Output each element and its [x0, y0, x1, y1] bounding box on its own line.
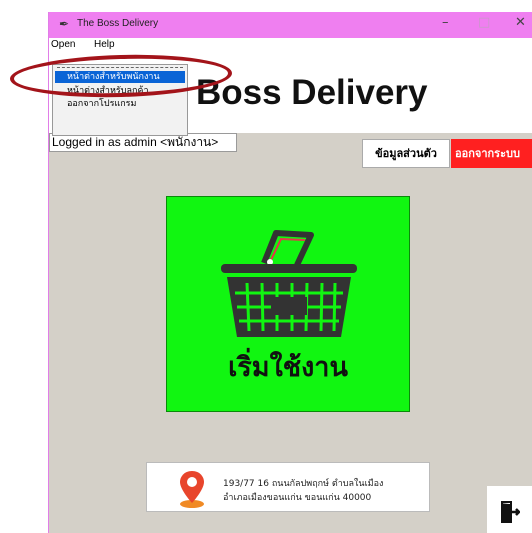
maximize-button[interactable]: □	[478, 15, 490, 30]
address-line-2: อำเภอเมืองขอนแก่น ขอนแก่น 40000	[223, 493, 372, 503]
minimize-button[interactable]: –	[442, 15, 449, 30]
exit-button[interactable]	[487, 486, 532, 533]
title-bar: ✒ The Boss Delivery – □ ✕	[49, 12, 532, 38]
window-title: The Boss Delivery	[77, 18, 159, 29]
profile-button[interactable]: ข้อมูลส่วนตัว	[362, 139, 450, 168]
start-button[interactable]: เริ่มใช้งาน	[166, 196, 410, 412]
feather-icon: ✒	[59, 17, 70, 31]
brand-title: Boss Delivery	[196, 73, 428, 112]
menu-open[interactable]: Open	[51, 39, 75, 50]
address-line-1: 193/77 16 ถนนกัลปพฤกษ์ ตำบลในเมือง	[223, 479, 384, 489]
logout-button[interactable]: ออกจากระบบ	[451, 139, 532, 168]
menu-item-label: ออกจากโปรแกรม	[67, 99, 137, 109]
shopping-basket-icon	[221, 230, 357, 337]
close-button[interactable]: ✕	[515, 15, 526, 30]
start-label: เริ่มใช้งาน	[228, 352, 348, 383]
menu-help[interactable]: Help	[94, 39, 115, 50]
menu-bar: Open Help	[49, 38, 532, 53]
exit-door-icon	[501, 501, 520, 523]
menu-item-exit-program[interactable]: ออกจากโปรแกรม	[55, 98, 185, 110]
location-pin-icon	[180, 471, 204, 508]
address-box: 193/77 16 ถนนกัลปพฤกษ์ ตำบลในเมือง อำเภอ…	[146, 462, 430, 512]
